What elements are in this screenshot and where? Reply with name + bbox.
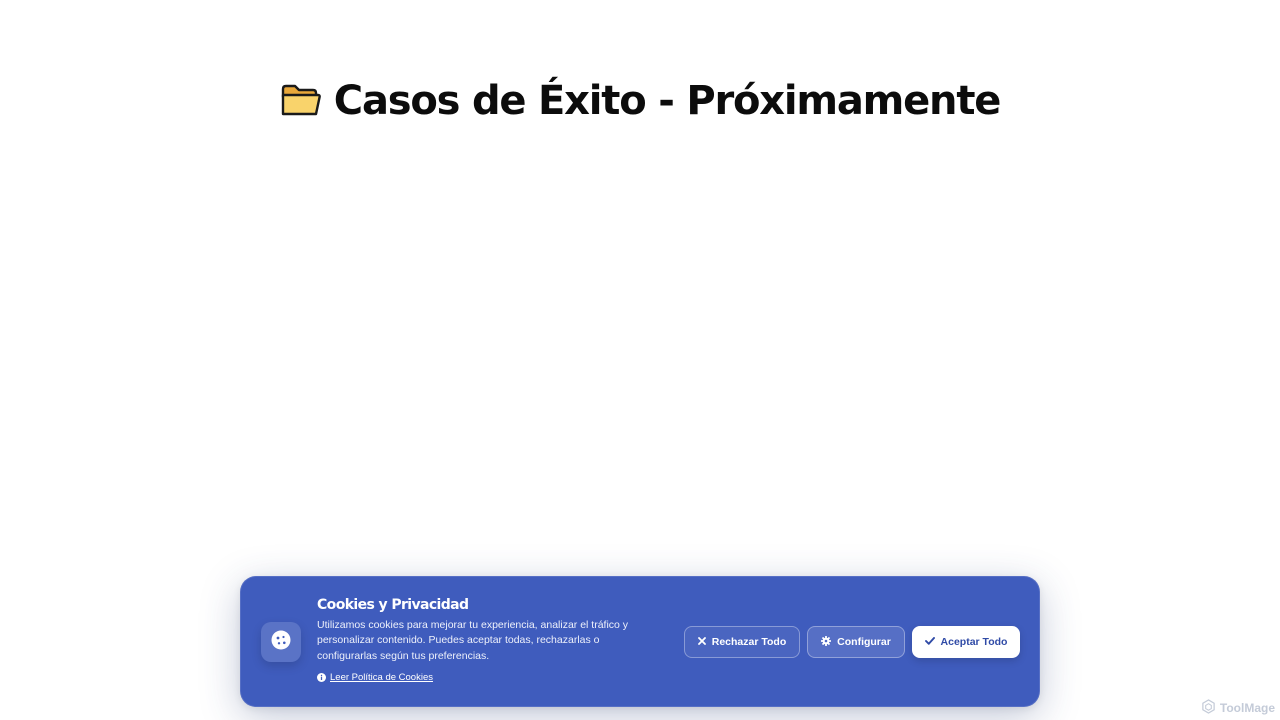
check-icon (924, 636, 935, 648)
cookie-icon-container (261, 622, 301, 662)
page-title-block: Casos de Éxito - Próximamente (0, 78, 1280, 124)
cookie-icon (271, 630, 291, 655)
info-icon (317, 673, 326, 682)
configure-label: Configurar (837, 636, 891, 648)
cookie-policy-label: Leer Política de Cookies (330, 672, 433, 683)
accept-all-button[interactable]: Aceptar Todo (912, 626, 1020, 658)
folder-icon (280, 83, 322, 119)
watermark-text: ToolMage (1219, 701, 1275, 715)
cookie-banner: Cookies y Privacidad Utilizamos cookies … (240, 576, 1040, 707)
accept-all-label: Aceptar Todo (940, 636, 1008, 648)
reject-all-label: Rechazar Todo (711, 636, 787, 648)
watermark: ToolMage (1201, 699, 1275, 717)
reject-all-button[interactable]: Rechazar Todo (684, 626, 800, 658)
cookie-text-block: Cookies y Privacidad Utilizamos cookies … (317, 596, 662, 664)
cookie-description: Utilizamos cookies para mejorar tu exper… (317, 619, 629, 662)
toolmage-logo-icon (1201, 699, 1216, 717)
gear-icon (821, 635, 832, 649)
cookie-policy-link[interactable]: Leer Política de Cookies (317, 672, 433, 683)
configure-button[interactable]: Configurar (807, 626, 905, 658)
cookie-title: Cookies y Privacidad (317, 597, 469, 613)
page-title: Casos de Éxito - Próximamente (333, 78, 1002, 124)
close-icon (697, 636, 706, 648)
